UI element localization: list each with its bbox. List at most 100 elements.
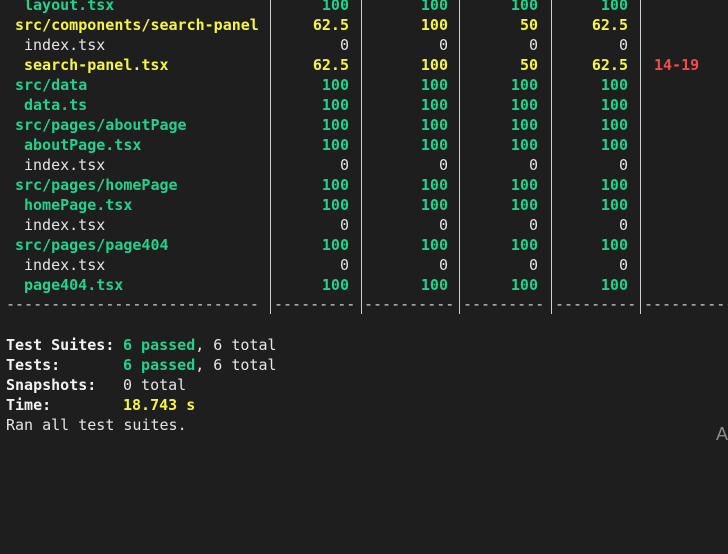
stmts-cell: 100 — [321, 236, 349, 254]
test-suites-passed: 6 passed — [123, 336, 196, 354]
coverage-row: page404.tsx 100 100 100 100 — [0, 275, 728, 295]
lines-cell: 100 — [600, 196, 628, 214]
column-separator — [551, 155, 553, 175]
branch-cell: 100 — [420, 236, 448, 254]
funcs-cell: 100 — [510, 196, 538, 214]
coverage-row: index.tsx 0 0 0 0 — [0, 35, 728, 55]
file-cell: data.ts — [24, 96, 88, 114]
file-cell: homePage.tsx — [24, 196, 133, 214]
lines-cell: 0 — [618, 216, 628, 234]
column-separator — [361, 0, 363, 15]
branch-cell: 100 — [420, 0, 448, 14]
divider-sep — [361, 294, 363, 314]
terminal-output[interactable]: layout.tsx 100 100 100 100 src/components/sea… — [0, 0, 728, 447]
column-separator — [270, 155, 272, 175]
test-suites-total: , 6 total — [195, 336, 277, 354]
coverage-row: layout.tsx 100 100 100 100 — [0, 0, 728, 15]
column-separator — [270, 255, 272, 275]
divider-uncovered-col: ----------- — [644, 295, 728, 313]
lines-cell: 100 — [600, 276, 628, 294]
funcs-cell: 100 — [510, 276, 538, 294]
stmts-cell: 100 — [321, 276, 349, 294]
column-separator — [551, 275, 553, 295]
column-separator — [459, 115, 461, 135]
file-cell: src/pages/aboutPage — [15, 116, 187, 134]
column-separator — [361, 175, 363, 195]
coverage-row: search-panel.tsx 62.5 100 50 62.5 14-19 — [0, 55, 728, 75]
column-separator — [459, 15, 461, 35]
file-cell: src/data — [15, 76, 88, 94]
column-separator — [640, 15, 642, 35]
stmts-cell: 100 — [321, 76, 349, 94]
summary-tests: Tests: 6 passed, 6 total — [0, 355, 728, 375]
column-separator — [361, 35, 363, 55]
column-separator — [270, 115, 272, 135]
branch-cell: 100 — [420, 76, 448, 94]
coverage-row: aboutPage.tsx 100 100 100 100 — [0, 135, 728, 155]
coverage-row: src/data 100 100 100 100 — [0, 75, 728, 95]
tests-value: 6 passed, 6 total — [123, 355, 277, 375]
summary-test-suites: Test Suites: 6 passed, 6 total — [0, 335, 728, 355]
column-separator — [640, 0, 642, 15]
column-separator — [551, 35, 553, 55]
column-separator — [270, 95, 272, 115]
column-separator — [459, 175, 461, 195]
column-separator — [640, 135, 642, 155]
column-separator — [640, 75, 642, 95]
column-separator — [270, 275, 272, 295]
divider-branch-col: ---------- — [364, 295, 455, 313]
file-cell: index.tsx — [24, 156, 106, 174]
stmts-cell: 100 — [321, 136, 349, 154]
column-separator — [640, 255, 642, 275]
column-separator — [640, 35, 642, 55]
lines-cell: 100 — [600, 96, 628, 114]
coverage-row: src/pages/homePage 100 100 100 100 — [0, 175, 728, 195]
file-cell: page404.tsx — [24, 276, 124, 294]
column-separator — [459, 55, 461, 75]
coverage-row: index.tsx 0 0 0 0 — [0, 255, 728, 275]
coverage-row: src/pages/page404 100 100 100 100 — [0, 235, 728, 255]
time-value: 18.743 s — [123, 396, 196, 414]
column-separator — [459, 195, 461, 215]
column-separator — [551, 175, 553, 195]
coverage-row: homePage.tsx 100 100 100 100 — [0, 195, 728, 215]
file-cell: search-panel.tsx — [24, 56, 169, 74]
branch-cell: 100 — [420, 16, 448, 34]
lines-cell: 100 — [600, 116, 628, 134]
column-separator — [361, 235, 363, 255]
column-separator — [640, 115, 642, 135]
stmts-cell: 62.5 — [312, 56, 349, 74]
column-separator — [459, 75, 461, 95]
branch-cell: 100 — [420, 176, 448, 194]
column-separator — [459, 215, 461, 235]
funcs-cell: 0 — [528, 216, 538, 234]
coverage-row: index.tsx 0 0 0 0 — [0, 155, 728, 175]
column-separator — [361, 95, 363, 115]
funcs-cell: 0 — [528, 36, 538, 54]
funcs-cell: 100 — [510, 116, 538, 134]
column-separator — [551, 195, 553, 215]
funcs-cell: 100 — [510, 136, 538, 154]
file-cell: src/pages/homePage — [15, 176, 178, 194]
file-cell: index.tsx — [24, 256, 106, 274]
column-separator — [361, 135, 363, 155]
ran-all-text: Ran all test suites. — [6, 416, 187, 434]
column-separator — [459, 0, 461, 15]
branch-cell: 100 — [420, 276, 448, 294]
stmts-cell: 0 — [339, 156, 349, 174]
column-separator — [459, 235, 461, 255]
column-separator — [640, 215, 642, 235]
summary-ran-all: Ran all test suites. — [0, 415, 728, 435]
coverage-row: src/pages/aboutPage 100 100 100 100 — [0, 115, 728, 135]
funcs-cell: 50 — [519, 56, 538, 74]
branch-cell: 0 — [438, 36, 448, 54]
column-separator — [551, 0, 553, 15]
lines-cell: 100 — [600, 76, 628, 94]
file-cell: aboutPage.tsx — [24, 136, 142, 154]
coverage-row: src/components/search-panel 62.5 100 50 62.5 — [0, 15, 728, 35]
divider-lines-col: --------- — [555, 295, 637, 313]
summary-time: Time: 18.743 s — [0, 395, 728, 415]
column-separator — [551, 115, 553, 135]
column-separator — [551, 75, 553, 95]
column-separator — [459, 95, 461, 115]
